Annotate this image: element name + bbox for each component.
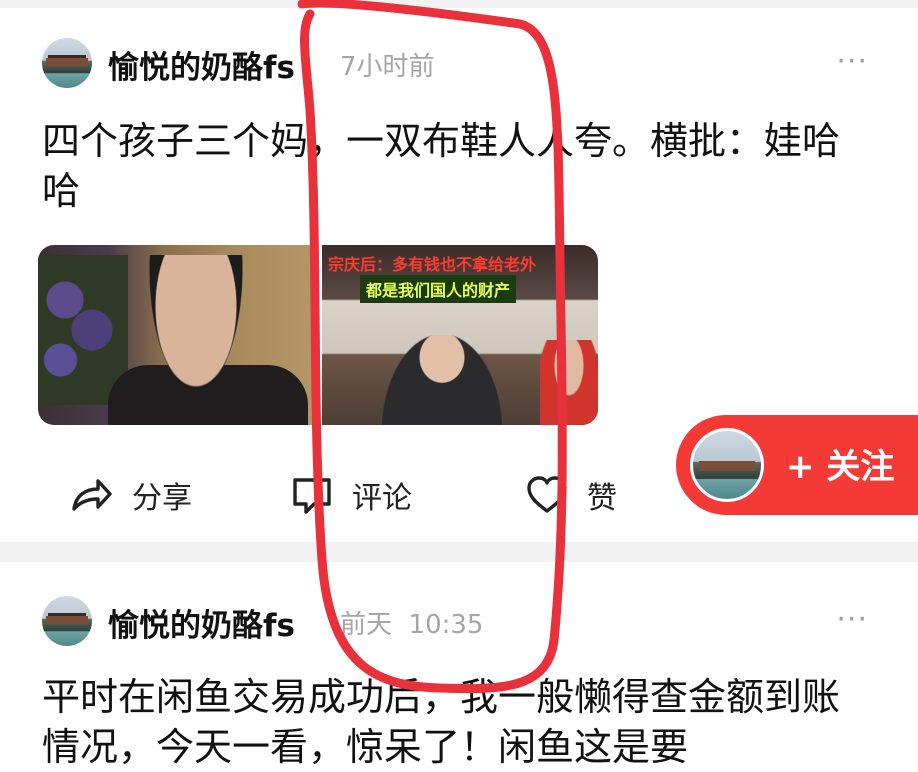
follow-avatar [690, 428, 764, 502]
post-image[interactable]: 宗庆后：多有钱也不拿给老外 都是我们国人的财产 [38, 245, 598, 425]
post-time: 7小时前 [340, 52, 435, 82]
follow-button[interactable]: + 关注 [676, 415, 918, 515]
comment-label: 评论 [352, 481, 412, 516]
follow-label: + 关注 [786, 447, 895, 487]
image-caption-top: 宗庆后：多有钱也不拿给老外 [328, 255, 537, 274]
image-caption-bottom: 都是我们国人的财产 [360, 275, 517, 303]
avatar[interactable] [42, 596, 92, 646]
image-left [38, 245, 318, 425]
comment-icon [290, 474, 334, 516]
post-time: 前天 10:35 [340, 610, 484, 640]
like-button[interactable]: 赞 [525, 470, 617, 520]
author-name[interactable]: 愉悦的奶酪fs [108, 42, 295, 87]
top-separator [0, 0, 918, 8]
like-label: 赞 [587, 481, 617, 516]
feed-post[interactable]: 愉悦的奶酪fs 前天 10:35 ··· 平时在闲鱼交易成功后，我一般懒得查金额… [0, 562, 918, 769]
avatar[interactable] [42, 38, 92, 88]
author-name[interactable]: 愉悦的奶酪fs [108, 600, 295, 645]
image-right: 宗庆后：多有钱也不拿给老外 都是我们国人的财产 [322, 245, 598, 425]
like-icon [525, 475, 569, 515]
post-text[interactable]: 平时在闲鱼交易成功后，我一般懒得查金额到账情况，今天一看，惊呆了！闲鱼这是要 [42, 672, 872, 772]
share-button[interactable]: 分享 [68, 470, 192, 520]
post-text[interactable]: 四个孩子三个妈，一双布鞋人人夸。横批：娃哈哈 [42, 116, 872, 216]
post-divider [0, 542, 918, 562]
comment-button[interactable]: 评论 [290, 470, 412, 520]
share-label: 分享 [132, 481, 192, 516]
share-icon [68, 475, 114, 515]
more-icon[interactable]: ··· [836, 44, 868, 79]
more-icon[interactable]: ··· [836, 602, 868, 637]
